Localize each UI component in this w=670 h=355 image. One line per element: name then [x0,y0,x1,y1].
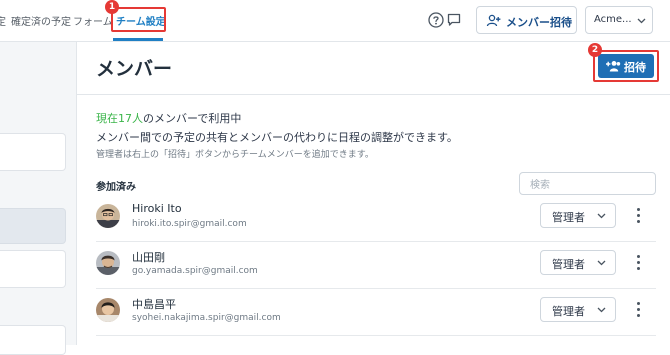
more-options-icon[interactable] [632,299,644,319]
sidebar-item-selected[interactable] [0,208,66,244]
speech-bubble-icon[interactable] [446,12,462,28]
workspace-label: Acme... [594,14,632,25]
usage-text: のメンバーで利用中 [143,112,242,125]
sidebar-item[interactable] [0,133,66,171]
avatar [96,298,120,322]
role-select[interactable]: 管理者 [540,297,616,322]
member-name: Hiroki Ito [132,202,182,215]
search-input[interactable] [528,175,642,196]
annotation-box-1 [111,7,166,32]
question-circle-icon[interactable] [428,12,444,28]
member-row: 中島昌平 syohei.nakajima.spir@gmail.com 管理者 [96,288,656,336]
invite-member-button[interactable]: メンバー招待 [476,6,577,34]
sidebar-item[interactable] [0,250,66,288]
chevron-down-icon [637,18,646,24]
role-select[interactable]: 管理者 [540,250,616,275]
nav-item-confirmed-events[interactable]: 確定済の予定 [11,13,71,28]
nav-item-forms[interactable]: フォーム [73,13,113,28]
avatar [96,251,120,275]
annotation-badge-2: 2 [588,43,602,57]
annotation-badge-1: 1 [105,0,119,14]
chevron-down-icon [597,307,606,313]
role-label: 管理者 [552,211,585,224]
sidebar-item[interactable] [0,325,66,355]
usage-count: 現在17人 [96,112,143,125]
member-row: Hiroki Ito hiroki.ito.spir@gmail.com 管理者 [96,194,656,242]
description-text: メンバー間での予定の共有とメンバーの代わりに日程の調整ができます。 [96,131,458,144]
usage-line: 現在17人のメンバーで利用中 [96,110,241,126]
nav-item-settings[interactable]: 設定 [0,13,6,28]
page-title: メンバー [96,58,173,80]
sidebar [0,42,77,355]
role-label: 管理者 [552,258,585,271]
joined-heading: 参加済み [96,182,136,193]
member-name: 中島昌平 [132,298,176,311]
more-options-icon[interactable] [632,205,644,225]
invite-member-label: メンバー招待 [506,16,572,29]
chevron-down-icon [597,260,606,266]
member-email: hiroki.ito.spir@gmail.com [132,219,247,229]
member-name: 山田剛 [132,251,165,264]
role-select[interactable]: 管理者 [540,203,616,228]
avatar [96,204,120,228]
annotation-box-2 [593,50,659,82]
top-navigation-bar: 設定 確定済の予定 フォーム チーム設定 1 メンバー招待 Acme... [0,0,670,42]
workspace-selector[interactable]: Acme... [585,6,653,34]
role-label: 管理者 [552,305,585,318]
add-user-icon [486,14,501,27]
more-options-icon[interactable] [632,252,644,272]
chevron-down-icon [597,213,606,219]
hint-text: 管理者は右上の「招待」ボタンからチームメンバーを追加できます。 [96,150,374,160]
active-tab-indicator [113,38,163,41]
member-email: go.yamada.spir@gmail.com [132,266,258,276]
member-row: 山田剛 go.yamada.spir@gmail.com 管理者 [96,241,656,289]
member-email: syohei.nakajima.spir@gmail.com [132,313,281,323]
search-field[interactable] [519,172,656,196]
